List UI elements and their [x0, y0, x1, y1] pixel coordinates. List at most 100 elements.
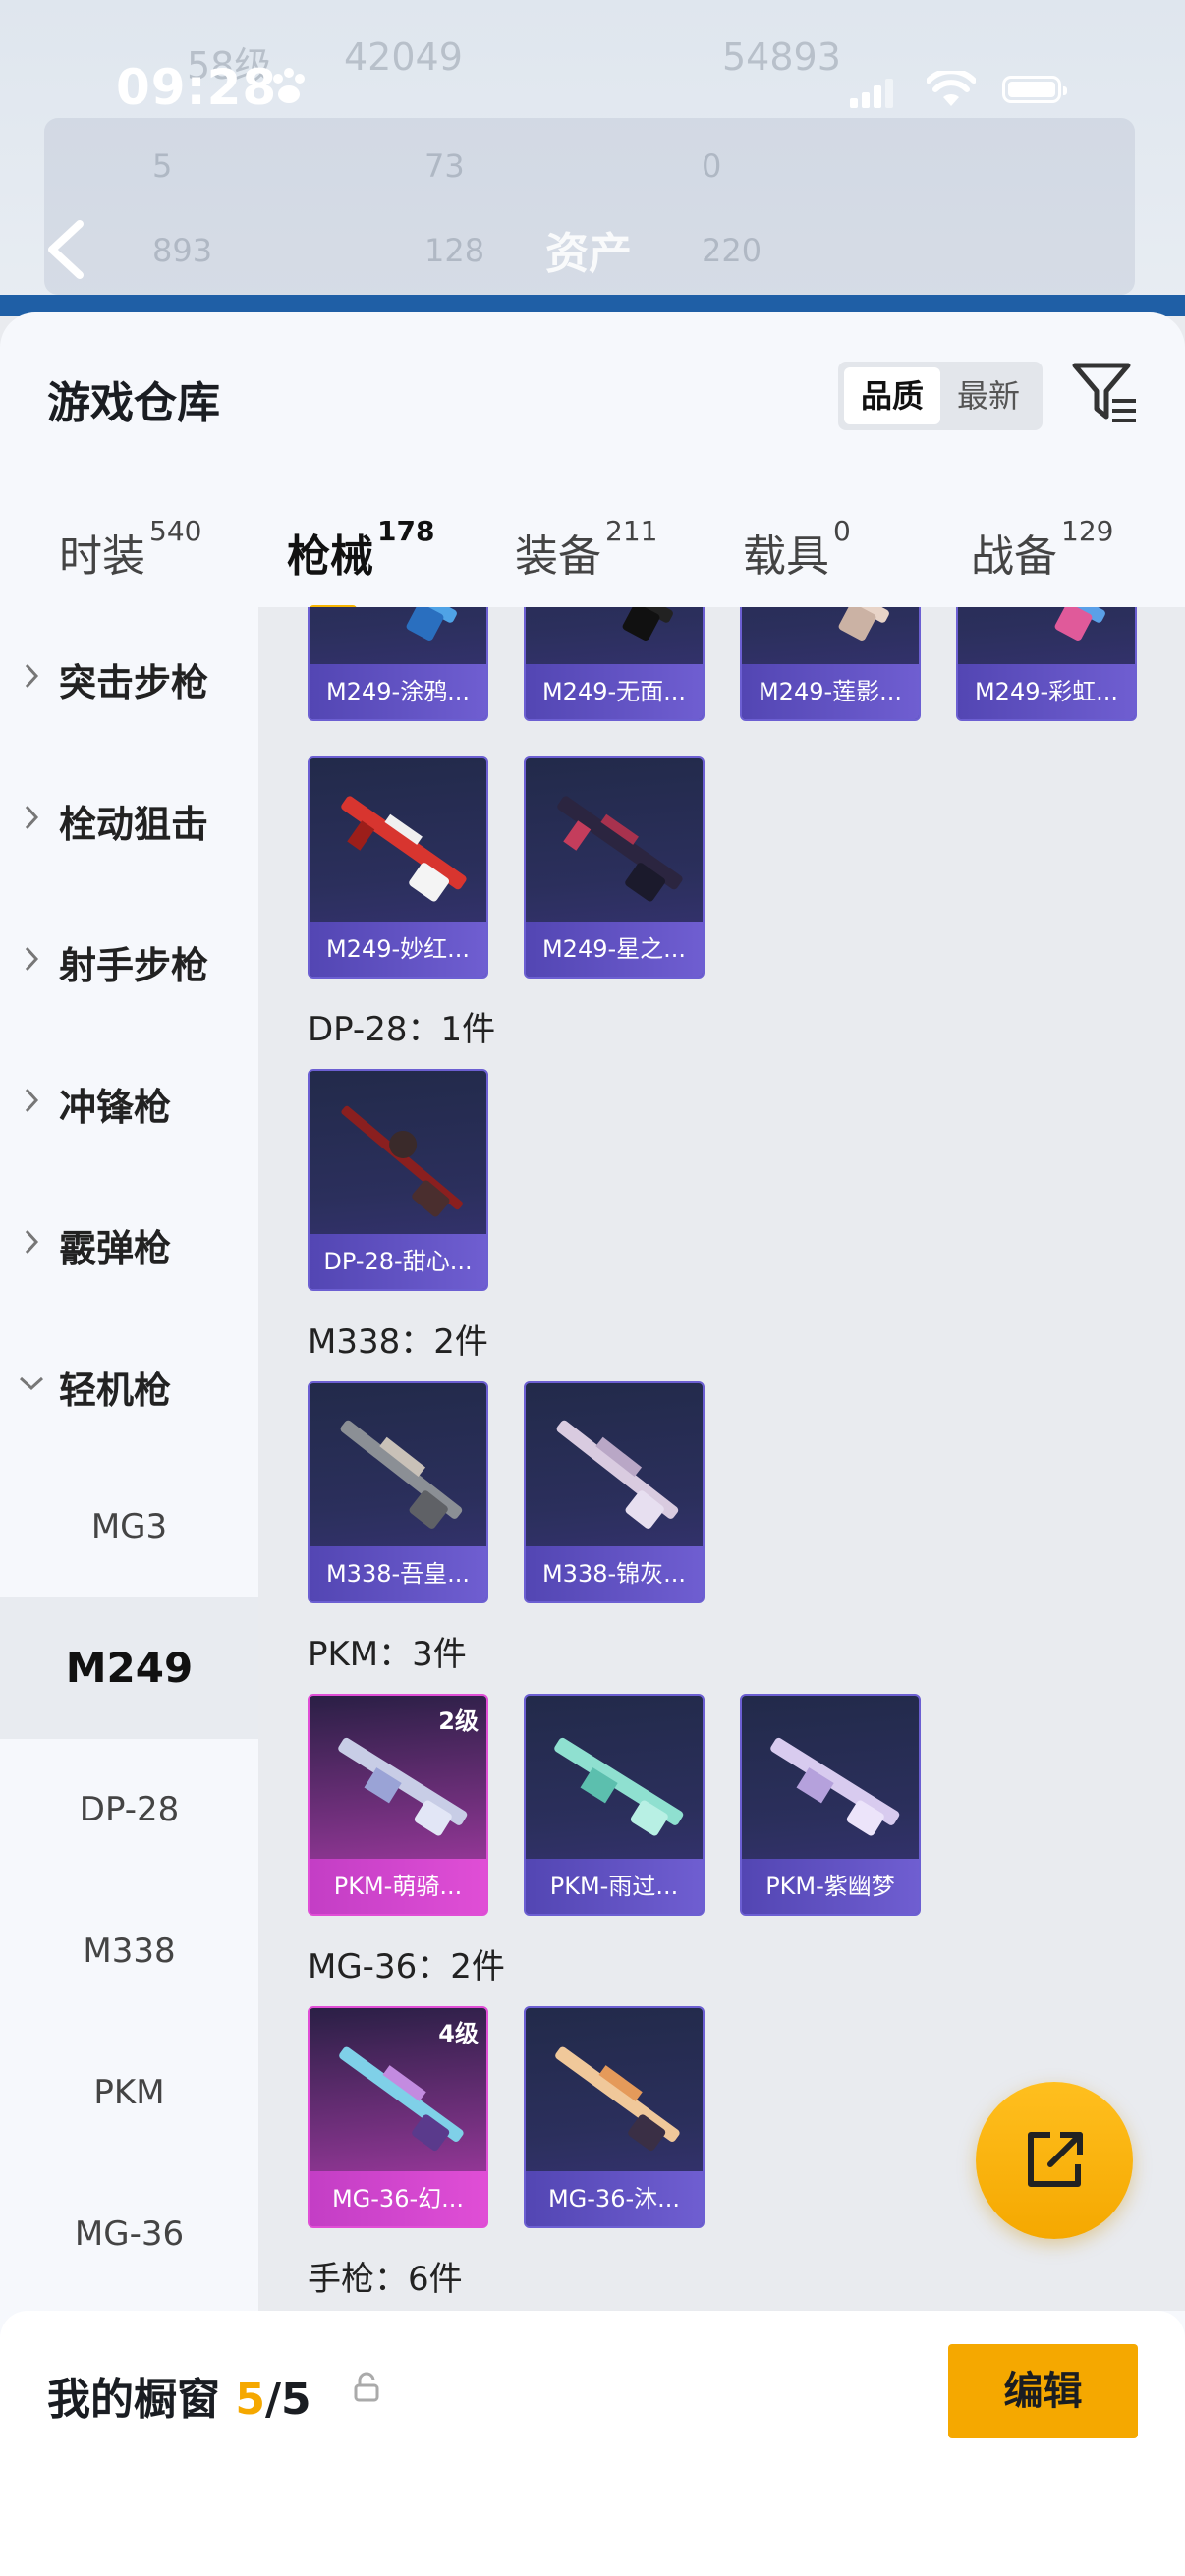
- weapon-card[interactable]: 4级 MG-36-幻...: [308, 2006, 488, 2228]
- weapon-name: M249-妙红...: [325, 935, 471, 963]
- background-text: 220: [702, 232, 762, 269]
- tab-count: 129: [1061, 515, 1114, 547]
- filter-icon[interactable]: [1071, 360, 1140, 428]
- tab-label: 枪械: [287, 532, 373, 582]
- tab-fashion[interactable]: 时装540: [59, 515, 201, 584]
- sidebar-subitem-mg36[interactable]: MG-36: [0, 2163, 258, 2305]
- share-icon: [1028, 2132, 1083, 2187]
- paw-icon: [267, 65, 310, 112]
- weapon-name: PKM-萌骑...: [333, 1873, 463, 1900]
- group-title: DP-28：1件: [308, 1010, 496, 1049]
- weapon-card[interactable]: M338-吾皇...: [308, 1381, 488, 1603]
- sidebar-item-bolt-sniper[interactable]: 栓动狙击: [0, 749, 258, 890]
- category-tabs: 时装540 枪械178 装备211 载具0 战备129: [0, 499, 1185, 617]
- tab-label: 装备: [515, 532, 601, 582]
- weapon-card[interactable]: PKM-紫幽梦: [740, 1694, 921, 1916]
- sidebar-item-shotgun[interactable]: 霰弹枪: [0, 1173, 258, 1315]
- sidebar-item-label: 冲锋枪: [59, 1086, 172, 1129]
- showcase-title: 我的橱窗: [47, 2375, 220, 2425]
- battery-icon: [1002, 76, 1067, 103]
- background-text: 128: [424, 232, 485, 269]
- showcase-label: 我的橱窗 5/5: [47, 2364, 311, 2427]
- weapon-card[interactable]: M249-莲影...: [740, 607, 921, 721]
- weapon-card[interactable]: PKM-雨过...: [524, 1694, 705, 1916]
- sort-newest-button[interactable]: 最新: [940, 367, 1037, 424]
- weapon-image: [554, 1737, 684, 1836]
- status-bar: 09:28: [0, 59, 1185, 138]
- showcase-separator: /: [264, 2375, 282, 2425]
- tab-label: 时装: [59, 532, 145, 582]
- tab-count: 178: [377, 515, 435, 547]
- weapon-name: M249-无面...: [541, 678, 687, 705]
- weapon-card[interactable]: M249-妙红...: [308, 756, 488, 979]
- weapon-name: M249-莲影...: [758, 678, 903, 705]
- weapon-category-sidebar: 突击步枪 栓动狙击 射手步枪 冲锋枪 霰弹枪 轻机枪 MG3 M249 DP-2…: [0, 607, 258, 2311]
- weapon-image: [770, 1737, 900, 1836]
- wifi-icon: [926, 68, 977, 112]
- weapon-image: [341, 796, 467, 902]
- status-time: 09:28: [116, 59, 278, 116]
- sort-quality-button[interactable]: 品质: [844, 367, 940, 424]
- tab-label: 战备: [971, 532, 1057, 582]
- weapon-card[interactable]: MG-36-沐...: [524, 2006, 705, 2228]
- signal-icon: [850, 79, 895, 112]
- weapon-name: M338-吾皇...: [325, 1560, 471, 1588]
- background-text: 893: [152, 232, 213, 269]
- group-title: 手枪：6件: [308, 2260, 463, 2299]
- weapon-card[interactable]: 2级 PKM-萌骑...: [308, 1694, 488, 1916]
- share-button[interactable]: [976, 2082, 1133, 2239]
- chevron-right-icon: [24, 1087, 39, 1118]
- weapon-card[interactable]: M249-涂鸦...: [308, 607, 488, 721]
- weapon-image: [340, 607, 457, 641]
- lock-icon[interactable]: [354, 2372, 379, 2407]
- background-text: 73: [424, 147, 465, 185]
- weapon-image: [338, 1737, 468, 1836]
- weapon-name: M338-锦灰...: [541, 1560, 687, 1588]
- tab-count: 0: [833, 515, 851, 547]
- weapon-image: [557, 796, 683, 902]
- sidebar-item-label: 突击步枪: [59, 661, 209, 704]
- sidebar-subitem-m338[interactable]: M338: [0, 1880, 258, 2022]
- weapon-image: [556, 1420, 679, 1529]
- sidebar-subitem-pkm[interactable]: PKM: [0, 2022, 258, 2163]
- sidebar-item-assault-rifle[interactable]: 突击步枪: [0, 607, 258, 749]
- showcase-current: 5: [235, 2375, 265, 2425]
- tab-equipment[interactable]: 装备211: [515, 515, 657, 584]
- weapon-name: PKM-紫幽梦: [765, 1873, 895, 1900]
- group-title: M338：2件: [308, 1322, 488, 1362]
- showcase-bar: 我的橱窗 5/5 编辑: [0, 2311, 1185, 2576]
- tab-firearms[interactable]: 枪械178: [287, 515, 434, 584]
- tab-combat-gear[interactable]: 战备129: [971, 515, 1113, 584]
- sidebar-subitem-mg3[interactable]: MG3: [0, 1456, 258, 1597]
- sidebar-subitem-m249[interactable]: M249: [0, 1597, 258, 1739]
- tab-count: 540: [149, 515, 202, 547]
- showcase-total: 5: [281, 2375, 311, 2425]
- sidebar-item-label: 轻机枪: [59, 1369, 172, 1412]
- sidebar-item-lmg[interactable]: 轻机枪: [0, 1315, 258, 1456]
- weapon-image: [556, 607, 673, 641]
- weapon-name: M249-彩虹...: [974, 678, 1119, 705]
- weapon-card[interactable]: DP-28-甜心...: [308, 1069, 488, 1291]
- tab-vehicles[interactable]: 载具0: [743, 515, 851, 584]
- background-text: 5: [152, 147, 173, 185]
- weapon-name: MG-36-沐...: [547, 2185, 681, 2212]
- sidebar-item-marksman-rifle[interactable]: 射手步枪: [0, 890, 258, 1032]
- sidebar-item-smg[interactable]: 冲锋枪: [0, 1032, 258, 1173]
- back-icon[interactable]: [44, 218, 87, 285]
- weapon-image: [340, 1420, 463, 1529]
- background-page: 58级 42049 54893 5 73 0 893 128 220 09:28…: [0, 0, 1185, 314]
- weapon-image: [988, 607, 1105, 641]
- sort-toggle: 品质 最新: [838, 362, 1043, 430]
- weapon-card[interactable]: M249-星之...: [524, 756, 705, 979]
- edit-button[interactable]: 编辑: [948, 2344, 1138, 2438]
- weapon-image: [339, 2046, 464, 2152]
- weapon-card[interactable]: M249-彩虹...: [956, 607, 1137, 721]
- weapon-card[interactable]: M249-无面...: [524, 607, 705, 721]
- weapon-name: MG-36-幻...: [331, 2185, 465, 2212]
- weapon-grid: M249-涂鸦... M249-无面... M249-莲影... M249-彩虹…: [258, 607, 1185, 2311]
- sidebar-subitem-dp28[interactable]: DP-28: [0, 1739, 258, 1880]
- weapon-image: [341, 1105, 463, 1217]
- weapon-name: M249-涂鸦...: [325, 678, 471, 705]
- sidebar-item-label: 霰弹枪: [59, 1227, 172, 1270]
- weapon-card[interactable]: M338-锦灰...: [524, 1381, 705, 1603]
